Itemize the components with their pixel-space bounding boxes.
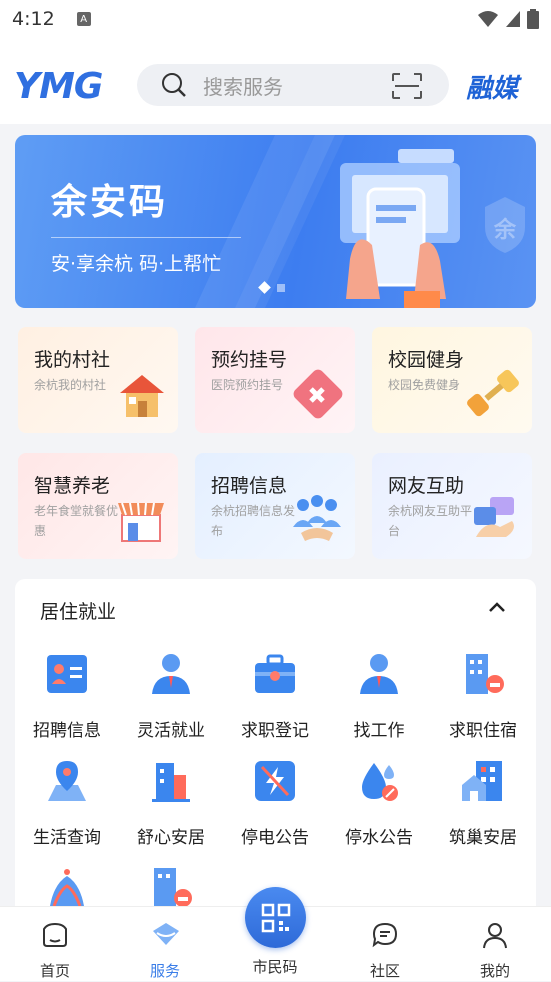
card-mutual-aid[interactable]: 网友互助 余杭网友互助平台: [372, 453, 532, 559]
scan-icon[interactable]: [391, 72, 423, 100]
tab-label: 服务: [149, 962, 180, 980]
banner-shield-text: 余: [494, 218, 517, 243]
header: YMG 搜索服务 融媒: [0, 38, 551, 124]
card-title: 招聘信息: [211, 475, 288, 497]
card-recruitment[interactable]: 招聘信息 余杭招聘信息发布: [195, 453, 355, 559]
home-icon: [43, 922, 67, 947]
tab-label: 我的: [479, 962, 510, 980]
status-bar: 4:12 A: [0, 0, 551, 38]
grid-item-label: 灵活就业: [137, 721, 205, 741]
tab-label: 首页: [39, 962, 70, 980]
grid-item-label: 舒心安居: [137, 828, 205, 848]
section-title: 居住就业: [40, 601, 117, 623]
grid-item-recruitment-info[interactable]: 招聘信息: [15, 652, 119, 748]
briefcase-icon: [255, 654, 295, 693]
banner-carousel[interactable]: 余安码 安·享余杭 码·上帮忙 余: [15, 135, 536, 308]
grid-item-power-outage[interactable]: 停电公告: [223, 759, 327, 855]
card-title: 校园健身: [388, 349, 465, 371]
home-building-icon: [462, 761, 502, 801]
status-time: 4:12: [12, 8, 55, 30]
grid-item-find-job[interactable]: 找工作: [327, 652, 431, 748]
water-drop-icon: [362, 763, 398, 801]
search-placeholder: 搜索服务: [203, 74, 283, 99]
grid-item-nest-housing[interactable]: 筑巢安居: [431, 759, 535, 855]
grid-item-label: 求职住宿: [449, 721, 517, 741]
grid-item-label: 生活查询: [33, 828, 101, 848]
tab-service[interactable]: 服务: [125, 907, 205, 982]
id-card-icon: [47, 655, 87, 693]
power-outage-icon: [255, 761, 295, 801]
grid-item-life-inquiry[interactable]: 生活查询: [15, 759, 119, 855]
helping-hands-icon: [474, 497, 514, 537]
card-title: 预约挂号: [211, 349, 288, 371]
rongmei-brand[interactable]: 融媒: [466, 68, 518, 105]
carousel-dot-active: [258, 281, 271, 294]
card-campus-fitness[interactable]: 校园健身 校园免费健身: [372, 327, 532, 433]
card-appointment[interactable]: 预约挂号 医院预约挂号: [195, 327, 355, 433]
carousel-dot: [277, 283, 285, 292]
a-notification-icon: A: [76, 12, 91, 26]
grid-item-label: 招聘信息: [33, 721, 101, 741]
worker-icon: [152, 654, 190, 694]
signal-icon: [506, 11, 520, 27]
wifi-icon: [478, 11, 498, 27]
card-my-village[interactable]: 我的村社 余杭我的村社: [18, 327, 178, 433]
grid-item-label: 求职登记: [241, 721, 309, 741]
chevron-up-icon[interactable]: [488, 601, 506, 613]
carousel-indicator: [258, 281, 285, 294]
citizen-code-button[interactable]: [245, 887, 306, 948]
building-bed-icon: [466, 654, 504, 694]
apartment-icon: [152, 763, 190, 802]
tab-community[interactable]: 社区: [345, 907, 425, 982]
qr-code-icon: [261, 903, 290, 932]
user-icon: [483, 923, 507, 949]
grid-item-job-accommodation[interactable]: 求职住宿: [431, 652, 535, 748]
ymg-logo: YMG: [14, 66, 103, 107]
battery-icon: [527, 9, 539, 29]
building-bed-icon: [154, 868, 192, 908]
card-subtitle: 余杭我的村社: [34, 378, 107, 392]
search-bar[interactable]: 搜索服务: [137, 64, 449, 106]
grid-item-label: 停电公告: [241, 828, 309, 848]
citizen-code-label: 市民码: [252, 958, 298, 976]
house-icon: [120, 375, 164, 417]
residence-employment-section: 居住就业 招聘信息 灵活就业 求职登记 找工作 求职住宿 生活查询 舒心安居 停…: [15, 579, 536, 919]
service-diamond-icon: [153, 923, 179, 945]
phone-illustration: [340, 149, 460, 308]
card-smart-elderly[interactable]: 智慧养老 老年食堂就餐优惠: [18, 453, 178, 559]
search-icon: [162, 73, 186, 97]
team-handshake-icon: [293, 495, 341, 541]
banner-subtitle: 安·享余杭 码·上帮忙: [51, 253, 222, 275]
grid-item-comfortable-living[interactable]: 舒心安居: [119, 759, 223, 855]
shop-icon: [118, 502, 164, 542]
grid-item-water-outage[interactable]: 停水公告: [327, 759, 431, 855]
chat-bubble-icon: [372, 922, 398, 948]
card-title: 网友互助: [388, 475, 465, 497]
medical-cross-icon: [293, 369, 343, 419]
tab-home[interactable]: 首页: [15, 907, 95, 982]
job-seeker-icon: [360, 654, 398, 694]
landmark-icon: [50, 869, 84, 907]
card-title: 智慧养老: [34, 475, 111, 497]
banner-divider: [51, 237, 241, 238]
dumbbell-icon: [467, 369, 519, 417]
grid-item-flexible-employment[interactable]: 灵活就业: [119, 652, 223, 748]
grid-item-label: 找工作: [353, 721, 405, 741]
banner-title: 余安码: [51, 182, 169, 223]
grid-item-label: 停水公告: [345, 828, 413, 848]
map-pin-icon: [48, 761, 86, 801]
card-title: 我的村社: [34, 349, 111, 371]
tab-label: 社区: [369, 962, 400, 980]
grid-item-label: 筑巢安居: [449, 828, 517, 848]
bottom-tab-bar: 首页 服务 市民码 社区 我的: [0, 887, 551, 982]
tab-mine[interactable]: 我的: [455, 907, 535, 982]
grid-item-job-registration[interactable]: 求职登记: [223, 652, 327, 748]
